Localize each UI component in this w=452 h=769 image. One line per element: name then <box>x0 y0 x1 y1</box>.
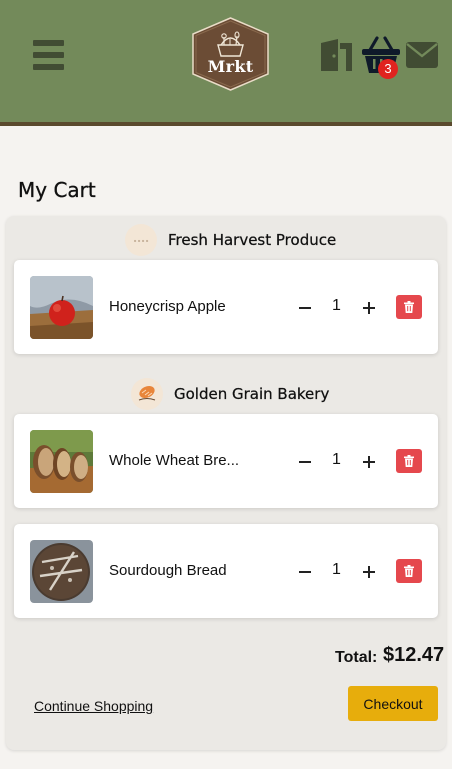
mail-icon[interactable] <box>406 42 438 68</box>
total-label: Total: <box>335 649 378 666</box>
mrkt-logo[interactable]: Mrkt <box>191 17 270 91</box>
cart-count-badge: 3 <box>378 59 398 79</box>
cart-item: Whole Wheat Bre... 1 <box>14 414 438 508</box>
cart-item: Sourdough Bread 1 <box>14 524 438 618</box>
item-name: Honeycrisp Apple <box>109 298 226 315</box>
increase-quantity-button[interactable] <box>361 560 377 582</box>
quantity-value: 1 <box>332 297 341 314</box>
trash-icon <box>404 565 414 577</box>
total-value: $12.47 <box>383 644 445 666</box>
decrease-quantity-button[interactable] <box>297 296 313 318</box>
cart-item: Honeycrisp Apple 1 <box>14 260 438 354</box>
item-name: Whole Wheat Bre... <box>109 452 240 469</box>
vendor-name: Fresh Harvest Produce <box>168 231 337 249</box>
vendor-header: ▪ ▪ ▪ ▪ Fresh Harvest Produce <box>125 224 336 256</box>
increase-quantity-button[interactable] <box>361 296 377 318</box>
quantity-value: 1 <box>332 451 341 468</box>
continue-shopping-link[interactable]: Continue Shopping <box>34 698 153 714</box>
decrease-quantity-button[interactable] <box>297 450 313 472</box>
door-icon[interactable] <box>318 38 356 72</box>
product-image <box>30 540 93 603</box>
product-image <box>30 430 93 493</box>
svg-text:▪ ▪ ▪ ▪: ▪ ▪ ▪ ▪ <box>134 238 149 243</box>
delete-item-button[interactable] <box>396 559 422 583</box>
checkout-button[interactable]: Checkout <box>348 686 438 721</box>
decrease-quantity-button[interactable] <box>297 560 313 582</box>
trash-icon <box>404 455 414 467</box>
increase-quantity-button[interactable] <box>361 450 377 472</box>
trash-icon <box>404 301 414 313</box>
vendor-name: Golden Grain Bakery <box>174 385 330 403</box>
menu-icon[interactable] <box>33 38 65 70</box>
quantity-value: 1 <box>332 561 341 578</box>
delete-item-button[interactable] <box>396 449 422 473</box>
page-title: My Cart <box>18 178 96 202</box>
vendor-logo: ▪ ▪ ▪ ▪ <box>125 224 157 256</box>
app-header: Mrkt 3 <box>0 0 452 126</box>
logo-text: Mrkt <box>207 57 254 76</box>
vendor-logo <box>131 378 163 410</box>
product-image <box>30 276 93 339</box>
vendor-header: Golden Grain Bakery <box>131 378 329 410</box>
delete-item-button[interactable] <box>396 295 422 319</box>
item-name: Sourdough Bread <box>109 562 227 579</box>
